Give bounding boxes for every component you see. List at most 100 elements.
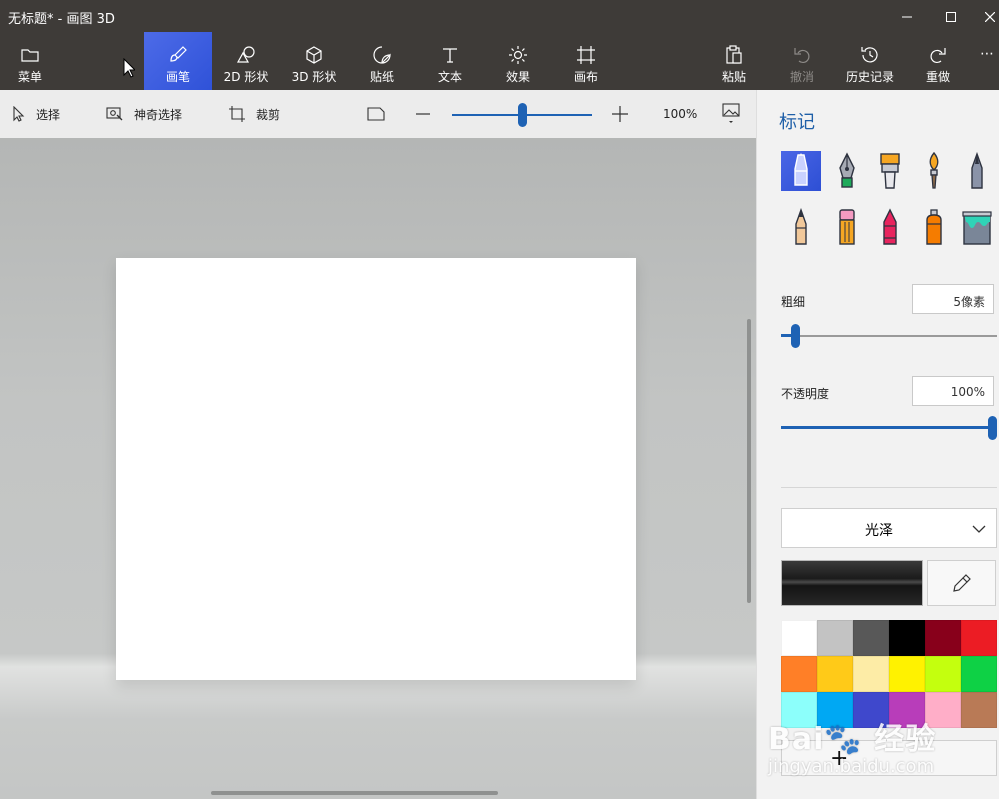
tab-brushes[interactable]: 画笔 [144,32,212,90]
brush-eraser[interactable] [827,207,867,247]
pixel-pen-icon [971,152,983,189]
close-button[interactable] [972,0,999,32]
tab-effects[interactable]: 效果 [484,32,552,90]
select-label: 选择 [36,107,61,122]
tab-3d-shapes-label: 3D 形状 [291,70,337,84]
opacity-slider-thumb[interactable] [988,416,997,440]
menu-button[interactable]: 菜单 [0,32,60,90]
color-swatch[interactable] [889,656,925,692]
color-swatch[interactable] [781,656,817,692]
drawing-canvas[interactable] [116,258,636,680]
window-title: 无标题* - 画图 3D [8,12,115,27]
maximize-icon [946,7,956,26]
eyedropper-button[interactable] [927,560,996,606]
calligraphy-pen-icon [839,152,855,188]
title-bar: 无标题* - 画图 3D [0,0,999,32]
zoom-in-button[interactable] [611,90,639,138]
sticker-icon [372,44,392,66]
folder-icon [21,44,39,66]
brush-oil[interactable] [870,151,910,191]
redo-button[interactable]: 重做 [904,32,972,90]
thickness-slider[interactable] [781,324,997,348]
undo-label: 撤消 [789,70,814,84]
image-view-icon [722,103,740,123]
color-swatch[interactable] [961,620,997,656]
undo-icon [793,44,811,66]
crop-button[interactable]: 裁剪 [228,90,280,138]
thickness-input[interactable]: 5像素 [912,284,994,314]
view-options-button[interactable] [722,90,750,138]
history-label: 历史记录 [845,70,894,84]
horizontal-scrollbar[interactable] [211,791,498,795]
magic-select-button[interactable]: 神奇选择 [106,90,182,138]
brush-spray-can[interactable] [914,207,954,247]
thickness-slider-thumb[interactable] [791,324,800,348]
magic-select-icon [106,107,123,121]
paste-label: 粘贴 [721,70,746,84]
opacity-slider-fill [781,426,992,429]
opacity-input[interactable]: 100% [912,376,994,406]
opacity-slider[interactable] [781,416,997,440]
marker-icon [794,153,808,186]
zoom-out-button[interactable] [415,90,441,138]
brush-crayon[interactable] [870,207,910,247]
tab-2d-shapes[interactable]: 2D 形状 [212,32,280,90]
color-swatch[interactable] [925,620,961,656]
watermark-text: Bai🐾 经验 [768,722,937,757]
color-swatch[interactable] [817,620,853,656]
tab-3d-shapes[interactable]: 3D 形状 [280,32,348,90]
undo-button[interactable]: 撤消 [768,32,836,90]
redo-label: 重做 [925,70,950,84]
color-swatch[interactable] [781,620,817,656]
3d-cube-icon [304,44,324,66]
brush-pencil[interactable] [781,207,821,247]
tab-canvas[interactable]: 画布 [552,32,620,90]
minus-icon [416,113,430,115]
current-color-preview[interactable] [781,560,923,606]
workspace [0,138,756,799]
brush-watercolor[interactable] [914,151,954,191]
brush-calligraphy-pen[interactable] [827,151,867,191]
baidu-jingyan-watermark: Bai🐾 经验 jingyan.baidu.com [768,690,988,795]
brush-fill-bucket[interactable] [957,207,997,247]
panel-divider [781,487,997,488]
view-3d-button[interactable] [366,90,396,138]
watercolor-icon [929,152,939,189]
paste-button[interactable]: 粘贴 [700,32,768,90]
menu-label: 菜单 [17,70,42,84]
select-button[interactable]: 选择 [12,90,60,138]
tab-text-label: 文本 [437,70,462,84]
zoom-value: 100% [663,107,698,121]
vertical-scrollbar[interactable] [747,319,751,603]
color-swatch[interactable] [853,656,889,692]
spray-can-icon [926,209,942,245]
color-swatch[interactable] [925,656,961,692]
finish-dropdown[interactable]: 光泽 [781,508,997,548]
maximize-button[interactable] [928,0,974,32]
color-swatch[interactable] [853,620,889,656]
3d-view-icon [367,107,385,121]
chevron-down-icon [972,522,986,538]
zoom-slider[interactable] [452,103,592,127]
tab-text[interactable]: 文本 [416,32,484,90]
tab-stickers[interactable]: 贴纸 [348,32,416,90]
zoom-slider-thumb[interactable] [518,103,527,127]
magic-select-label: 神奇选择 [134,107,183,122]
thickness-label: 粗细 [781,295,806,309]
eraser-icon [839,209,855,245]
brush-marker[interactable] [781,151,821,191]
history-button[interactable]: 历史记录 [836,32,904,90]
tab-2d-shapes-label: 2D 形状 [223,70,269,84]
fill-bucket-icon [962,211,992,245]
tab-canvas-label: 画布 [573,70,598,84]
color-swatch[interactable] [889,620,925,656]
close-icon [984,7,996,26]
canvas-crop-icon [576,44,596,66]
minimize-icon [902,7,912,26]
color-swatch[interactable] [961,656,997,692]
pencil-icon [795,208,807,245]
minimize-button[interactable] [884,0,930,32]
more-options-icon[interactable]: ⋯ [980,46,994,62]
brush-pixel-pen[interactable] [957,151,997,191]
color-swatch[interactable] [817,656,853,692]
